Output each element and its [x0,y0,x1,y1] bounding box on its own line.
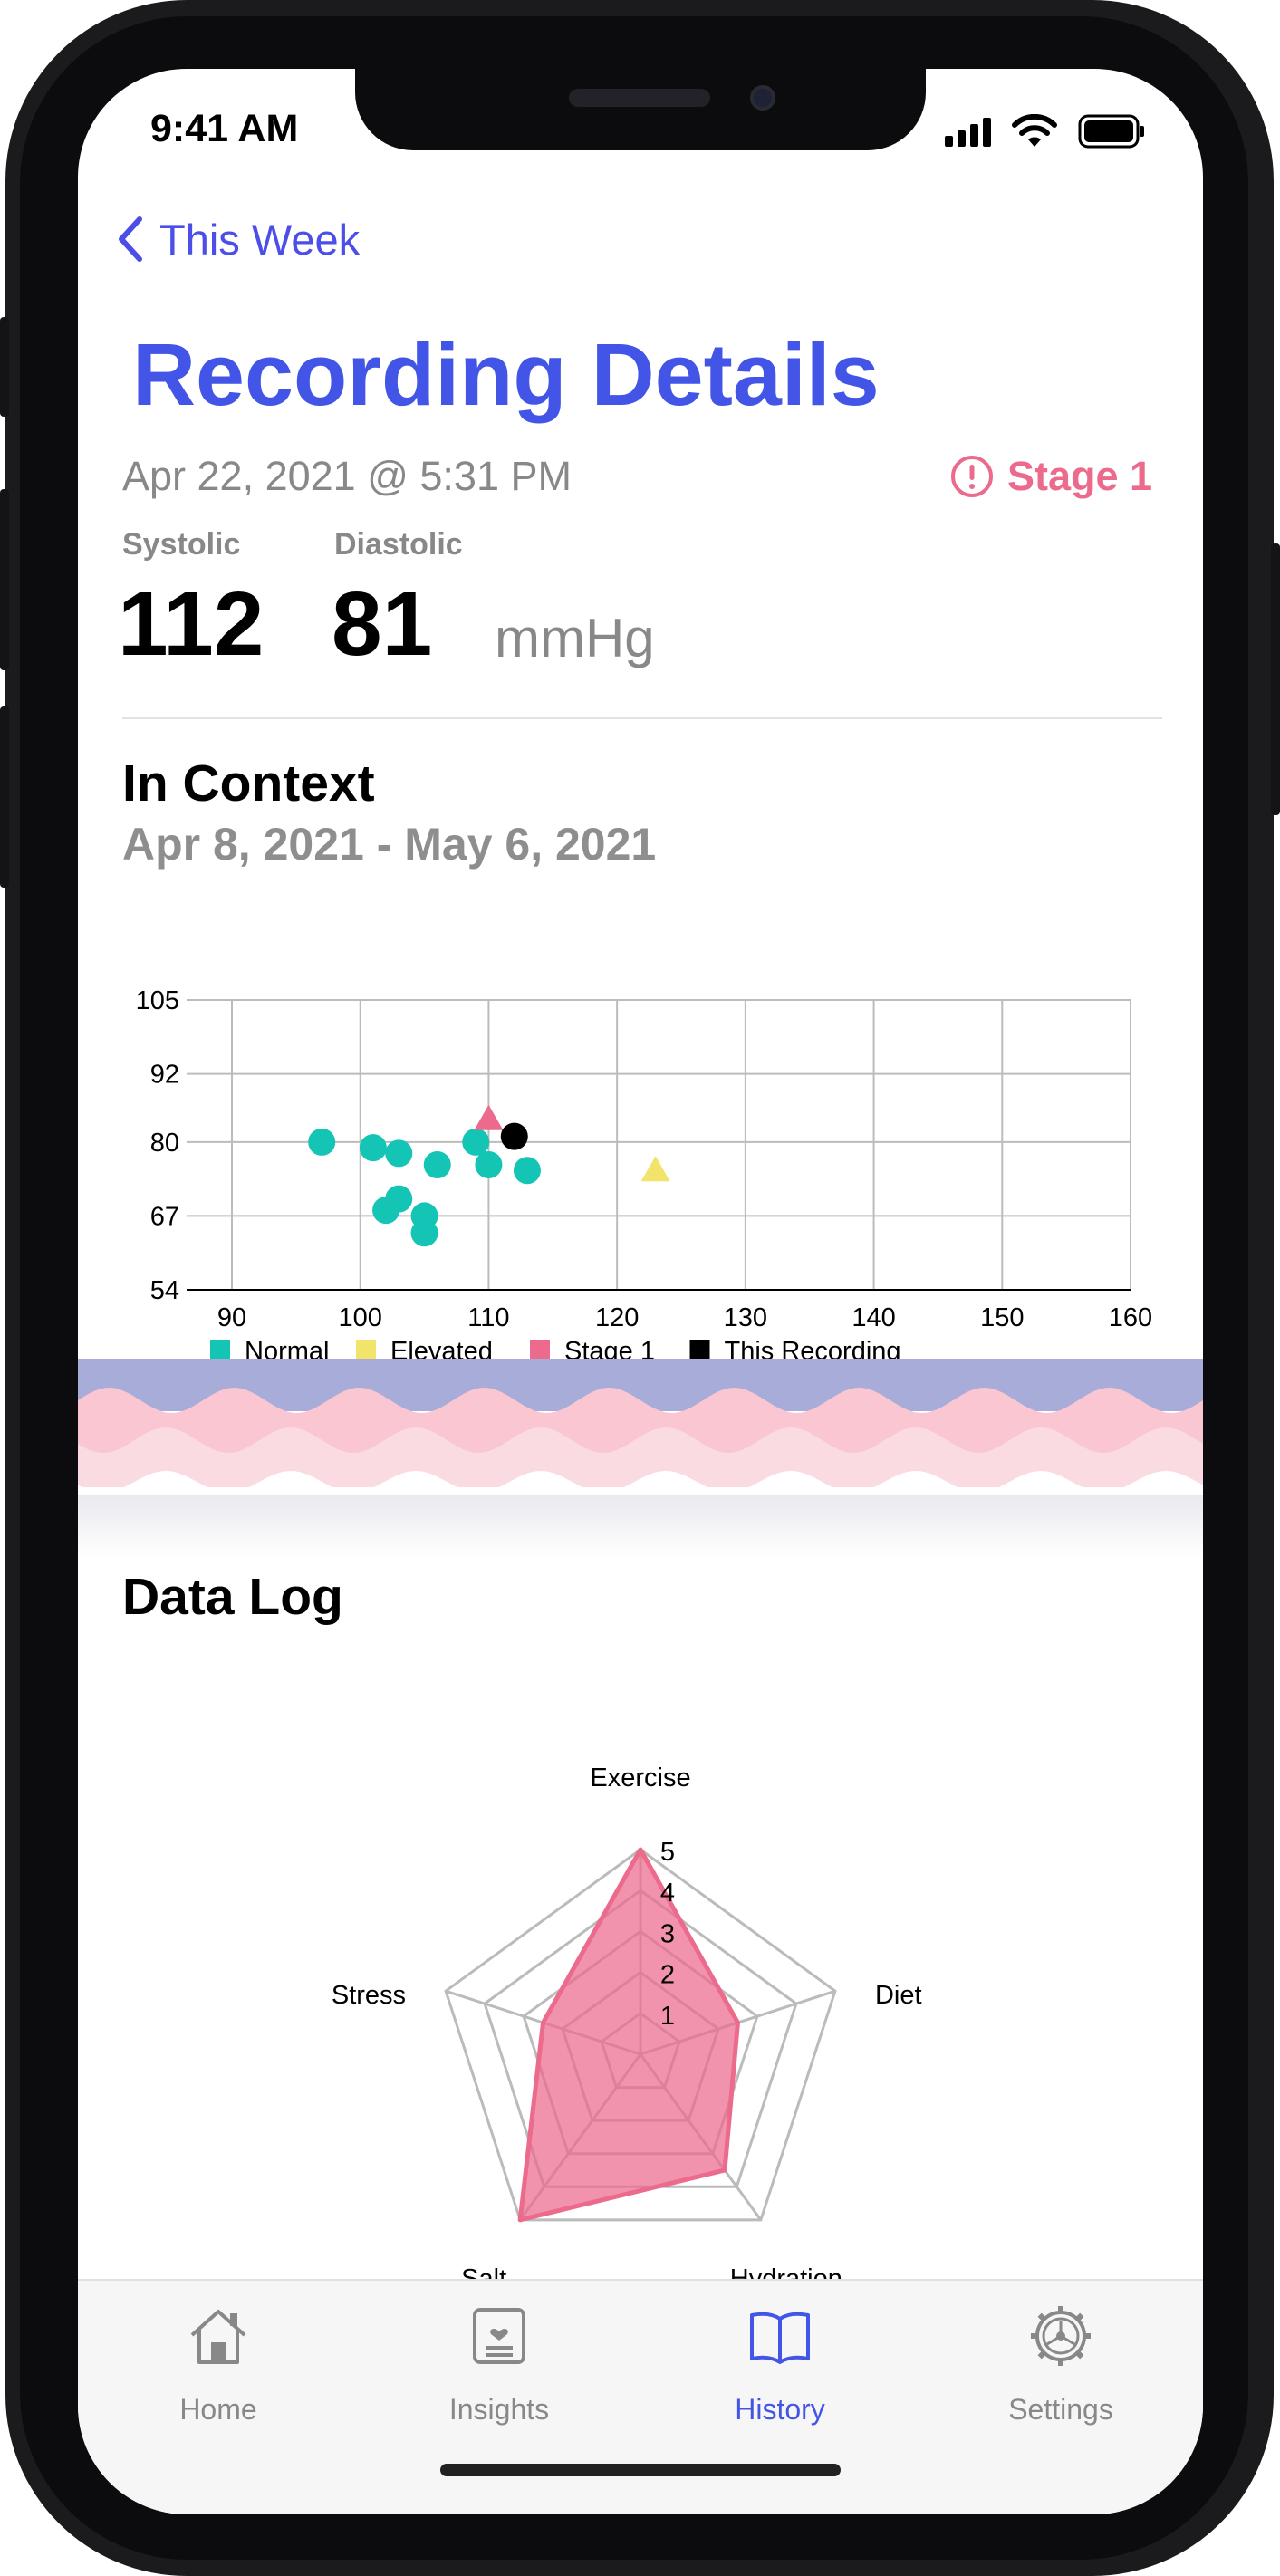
phone-volume-down-button [0,706,9,888]
context-date-range: Apr 8, 2021 - May 6, 2021 [122,819,657,870]
insights-card-icon [473,2308,525,2364]
data-log-title: Data Log [122,1568,343,1626]
phone-silent-switch [0,317,9,417]
tab-settings[interactable]: Settings [920,2281,1201,2462]
data-point-circle [513,1157,541,1185]
context-title: In Context [122,755,375,812]
phone-volume-up-button [0,489,9,670]
stage-badge: Stage 1 [949,453,1152,500]
tab-bar: Home Insights History Settings [78,2279,1203,2514]
x-tick-label: 150 [980,1303,1024,1332]
y-tick-label: 105 [136,986,179,1015]
diastolic-label: Diastolic [334,527,463,562]
systolic-value: 112 [118,573,265,675]
radar-axis-label: Salt [461,2264,506,2279]
data-point-circle [308,1128,336,1156]
radar-scale-label: 5 [660,1838,675,1867]
x-tick-label: 110 [467,1303,509,1332]
data-point-circle [500,1122,528,1150]
back-button[interactable]: This Week [114,214,360,264]
radar-axis-label: Diet [875,1981,922,2010]
y-tick-label: 80 [150,1129,179,1158]
tab-insights[interactable]: Insights [359,2281,640,2462]
speaker-grille [569,89,710,107]
data-point-circle [385,1139,413,1168]
phone-power-button [1271,543,1280,815]
stage-label: Stage 1 [1007,453,1153,499]
tab-insights-label: Insights [448,2393,550,2426]
radar-axis-label: Stress [332,1981,406,2010]
notch [355,69,926,150]
front-camera [750,85,775,111]
systolic-label: Systolic [122,527,241,562]
battery-icon [1078,114,1144,149]
radar-scale-label: 3 [660,1919,675,1948]
diastolic-value: 81 [332,573,433,675]
status-time: 9:41 AM [150,107,299,150]
home-indicator[interactable] [440,2464,841,2476]
app-screen: 9:41 AM This Week Recording Details Apr … [78,69,1203,2514]
x-tick-label: 160 [1109,1303,1152,1332]
radar-scale-label: 1 [660,2002,675,2031]
tab-home-label: Home [179,2393,257,2426]
tab-settings-label: Settings [1008,2393,1113,2426]
y-tick-label: 54 [150,1276,179,1305]
wifi-icon [1012,114,1057,147]
data-point-triangle [474,1104,504,1130]
recording-date: Apr 22, 2021 @ 5:31 PM [122,453,572,499]
data-point-circle [359,1134,387,1162]
legend-swatch [210,1340,230,1360]
x-tick-label: 100 [339,1303,382,1332]
data-point-circle [462,1128,490,1156]
chevron-left-icon [119,216,142,262]
context-scatter-chart: 90 100 110 120 130 140 150 16010592806754Normal… [136,986,1153,1366]
x-tick-label: 90 [217,1303,246,1332]
radar-axis-label: Exercise [590,1764,690,1793]
house-icon [190,2310,246,2364]
x-tick-label: 130 [724,1303,767,1332]
data-point-circle [410,1219,438,1247]
tab-history[interactable]: History [640,2281,920,2462]
back-label: This Week [159,215,361,264]
alert-circle-icon [951,456,993,497]
x-tick-label: 120 [595,1303,639,1332]
wave-divider [78,1359,1203,1558]
data-point-circle [372,1197,400,1225]
y-tick-label: 67 [150,1202,179,1231]
data-log-radar-chart: 1 2 3 4 5 Exercise Diet Hydration Salt Stress [332,1764,922,2279]
tab-history-label: History [735,2393,825,2426]
tab-home[interactable]: Home [78,2281,359,2462]
legend-swatch [356,1340,376,1360]
radar-value-area [517,1847,740,2223]
gear-icon [1031,2306,1091,2366]
data-point-triangle [640,1156,670,1182]
radar-scale-label: 4 [660,1879,675,1908]
signal-icon [945,118,991,147]
unit-label: mmHg [495,608,655,668]
radar-axis-label: Hydration [730,2264,842,2279]
section-divider [122,717,1162,719]
legend-swatch [689,1340,710,1360]
legend-swatch [530,1340,550,1360]
page-title: Recording Details [132,325,880,424]
data-point-circle [475,1150,503,1178]
x-tick-label: 140 [852,1303,895,1332]
data-point-circle [423,1150,451,1178]
y-tick-label: 92 [150,1061,179,1090]
radar-scale-label: 2 [660,1961,675,1990]
book-icon [750,2312,810,2364]
